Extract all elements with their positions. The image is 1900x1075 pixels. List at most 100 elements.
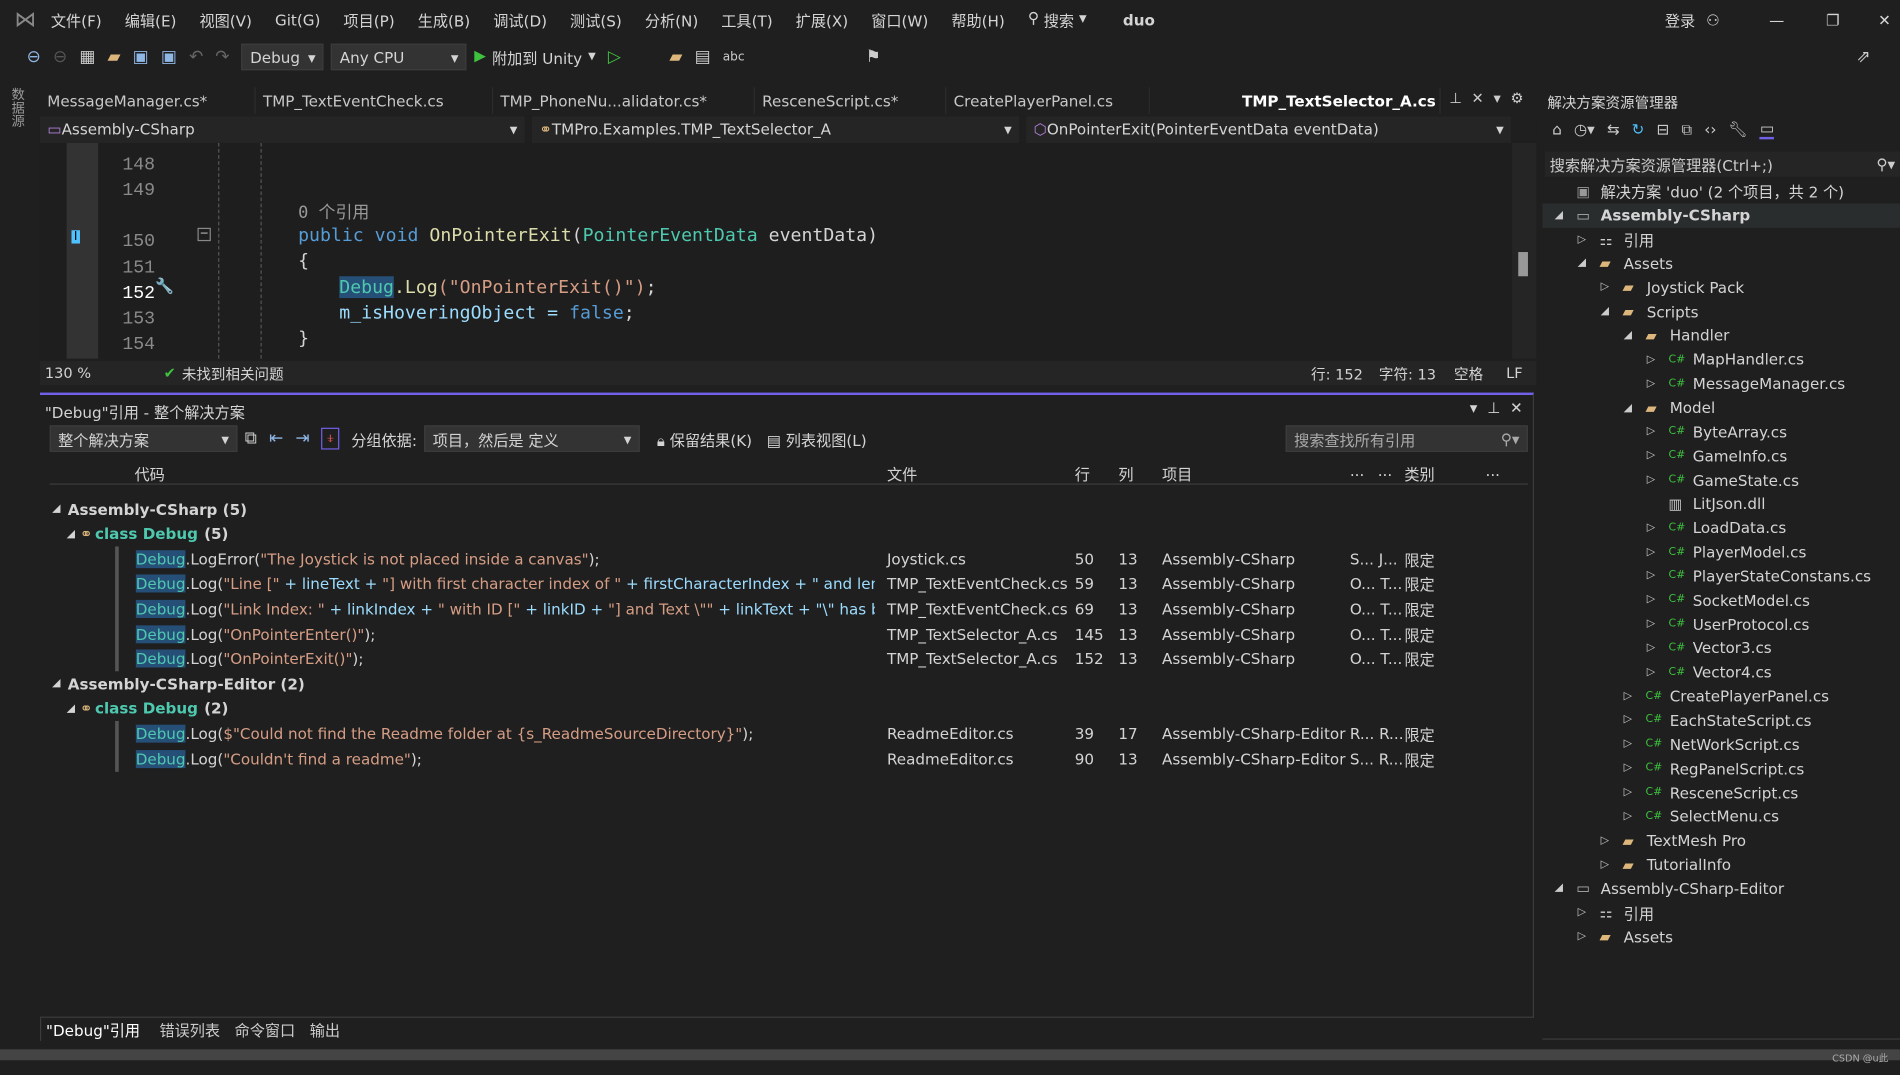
codelens-icon[interactable]: I: [71, 230, 80, 244]
expander-icon[interactable]: ◢: [1601, 306, 1623, 318]
tree-item[interactable]: ▷ C# CreatePlayerPanel.cs: [1542, 684, 1899, 708]
reference-row[interactable]: Debug.Log("OnPointerExit()"); TMP_TextSel…: [40, 647, 1518, 671]
tree-item[interactable]: ▷ ▰ TutorialInfo: [1542, 853, 1899, 877]
tree-item[interactable]: ◢ ▰ Scripts: [1542, 300, 1899, 324]
expander-icon[interactable]: ▷: [1601, 859, 1623, 871]
header-project[interactable]: 项目: [1162, 462, 1192, 485]
expander-icon[interactable]: ▷: [1601, 835, 1623, 847]
refresh-icon[interactable]: ↻: [1632, 120, 1645, 138]
folder-icon[interactable]: ▰: [669, 47, 682, 66]
code-editor[interactable]: 148 149 150 151 152 153 154 I − 🔧 0 个引用 public…: [39, 142, 1537, 359]
undo-icon[interactable]: ↶: [189, 47, 203, 66]
collapse-all-icon[interactable]: ⊟: [1657, 120, 1670, 138]
expander-icon[interactable]: ▷: [1624, 786, 1646, 798]
expander-icon[interactable]: ▷: [1647, 522, 1669, 534]
issues-status[interactable]: 未找到相关问题: [182, 363, 284, 384]
menu-item[interactable]: Git(G): [275, 11, 320, 29]
refs-search-input[interactable]: 搜索查找所有引用 ⚲▾: [1285, 425, 1528, 452]
close-tab-icon[interactable]: ✕: [1472, 90, 1484, 107]
menu-item[interactable]: 窗口(W): [871, 8, 928, 31]
prev-icon[interactable]: ⇤: [269, 429, 283, 448]
expander-icon[interactable]: ▷: [1624, 690, 1646, 702]
header-col[interactable]: 列: [1118, 462, 1133, 485]
search-button[interactable]: ⚲ 搜索 ▾: [1028, 8, 1087, 31]
bottom-tab[interactable]: "Debug"引用: [39, 1017, 145, 1041]
start-without-debug-icon[interactable]: ▷: [608, 47, 621, 66]
expander-icon[interactable]: ◢: [1624, 330, 1646, 342]
expander-icon[interactable]: ▷: [1578, 907, 1600, 919]
restore-button[interactable]: ❐: [1826, 11, 1840, 29]
reference-row[interactable]: Debug.Log("Line [" + lineText + "] with …: [40, 572, 1518, 596]
tab[interactable]: TMP_PhoneNu...alidator.cs*: [493, 87, 755, 114]
properties-icon[interactable]: 🔧︎: [1729, 119, 1748, 138]
char-status[interactable]: 字符: 13: [1379, 363, 1436, 384]
tab[interactable]: ResceneScript.cs*: [755, 87, 947, 114]
collapse-icon[interactable]: −: [197, 227, 211, 242]
group-select[interactable]: 项目，然后是 定义 ▾: [424, 425, 640, 452]
attach-unity-button[interactable]: ▶ 附加到 Unity ▾: [474, 45, 595, 68]
menu-item[interactable]: 扩展(X): [796, 8, 849, 31]
expander-icon[interactable]: ▷: [1647, 450, 1669, 462]
expander-icon[interactable]: ▷: [1647, 570, 1669, 582]
expander-icon[interactable]: ▷: [1647, 642, 1669, 654]
tree-item[interactable]: ▷ C# LoadData.cs: [1542, 516, 1899, 540]
class-row[interactable]: ◢ ⚭ class Debug (5): [67, 522, 1545, 546]
tree-item[interactable]: ▷ C# PlayerModel.cs: [1542, 540, 1899, 564]
menu-item[interactable]: 测试(S): [570, 8, 622, 31]
tree-item[interactable]: ▷ C# MapHandler.cs: [1542, 348, 1899, 372]
tree-item[interactable]: ▷ ⚏ 引用: [1542, 227, 1899, 251]
header-file[interactable]: 文件: [887, 462, 917, 485]
menu-item[interactable]: 项目(P): [343, 8, 394, 31]
bookmark-icon[interactable]: ⚑: [866, 47, 881, 66]
tree-item[interactable]: ◢ ▰ Assets: [1542, 251, 1899, 275]
reference-row[interactable]: Debug.LogError("The Joystick is not plac…: [40, 547, 1518, 571]
bottom-tab[interactable]: 错误列表: [159, 1018, 220, 1041]
dropdown-icon[interactable]: ▾: [1470, 399, 1478, 417]
class-row[interactable]: ◢ ⚭ class Debug (2): [67, 696, 1545, 720]
explorer-search-input[interactable]: 搜索解决方案资源管理器(Ctrl+;) ⚲▾: [1544, 151, 1900, 177]
tree-item[interactable]: ▷ C# SocketModel.cs: [1542, 588, 1899, 612]
login-button[interactable]: 登录: [1665, 8, 1695, 31]
expander-icon[interactable]: ▷: [1647, 378, 1669, 390]
code-icon[interactable]: ‹›: [1704, 120, 1716, 138]
reference-row[interactable]: Debug.Log("OnPointerEnter()"); TMP_TextSe…: [40, 622, 1518, 646]
close-panel-icon[interactable]: ✕: [1510, 399, 1523, 417]
settings-icon[interactable]: ⚙: [1510, 90, 1523, 107]
zoom-select[interactable]: 130 %: [40, 365, 115, 382]
menu-item[interactable]: 文件(F): [51, 8, 102, 31]
member-select[interactable]: ⬡OnPointerExit(PointerEventData eventDat…: [1026, 115, 1511, 143]
expander-icon[interactable]: ▷: [1647, 546, 1669, 558]
platform-select[interactable]: Any CPU ▾: [331, 43, 468, 71]
header-line[interactable]: 行: [1075, 462, 1090, 485]
keep-results-button[interactable]: 🔒︎ 保留结果(K): [657, 427, 752, 450]
header-e2[interactable]: ...: [1378, 462, 1392, 480]
expander-icon[interactable]: ◢: [1555, 209, 1577, 221]
tab[interactable]: MessageManager.cs*: [40, 87, 256, 114]
header-kind[interactable]: 类别: [1404, 462, 1434, 485]
eol-status[interactable]: LF: [1506, 365, 1522, 382]
expander-icon[interactable]: ▷: [1578, 233, 1600, 245]
tree-item[interactable]: ▷ C# NetWorkScript.cs: [1542, 732, 1899, 756]
tree-item[interactable]: ◢ ▰ Handler: [1542, 324, 1899, 348]
copy-icon[interactable]: ⧉: [245, 429, 257, 448]
redo-icon[interactable]: ↷: [215, 47, 229, 66]
expander-icon[interactable]: ▷: [1578, 931, 1600, 943]
line-status[interactable]: 行: 152: [1311, 363, 1363, 384]
codelens-references[interactable]: 0 个引用: [298, 200, 369, 224]
back-icon[interactable]: ⊖: [27, 47, 41, 66]
tree-item[interactable]: ▷ C# PlayerStateConstans.cs: [1542, 564, 1899, 588]
group-row[interactable]: ◢ Assembly-CSharp-Editor (2): [52, 672, 1530, 696]
save-icon[interactable]: ▣: [133, 47, 149, 66]
pin-icon[interactable]: ⊥: [1449, 90, 1462, 107]
close-window-button[interactable]: ✕: [1878, 11, 1891, 29]
new-project-icon[interactable]: ▦: [79, 47, 95, 66]
menu-item[interactable]: 帮助(H): [951, 8, 1005, 31]
vertical-scrollbar[interactable]: [1512, 142, 1537, 359]
menu-item[interactable]: 编辑(E): [125, 8, 177, 31]
share-icon[interactable]: ⇗: [1856, 47, 1870, 66]
reference-row[interactable]: Debug.Log("Couldn't find a readme"); Read…: [40, 746, 1518, 770]
group-row[interactable]: ◢ Assembly-CSharp (5): [52, 497, 1530, 521]
pin-icon[interactable]: ⊥: [1487, 399, 1500, 417]
tree-item[interactable]: ▥ LitJson.dll: [1542, 492, 1899, 516]
expander-icon[interactable]: ▷: [1647, 354, 1669, 366]
